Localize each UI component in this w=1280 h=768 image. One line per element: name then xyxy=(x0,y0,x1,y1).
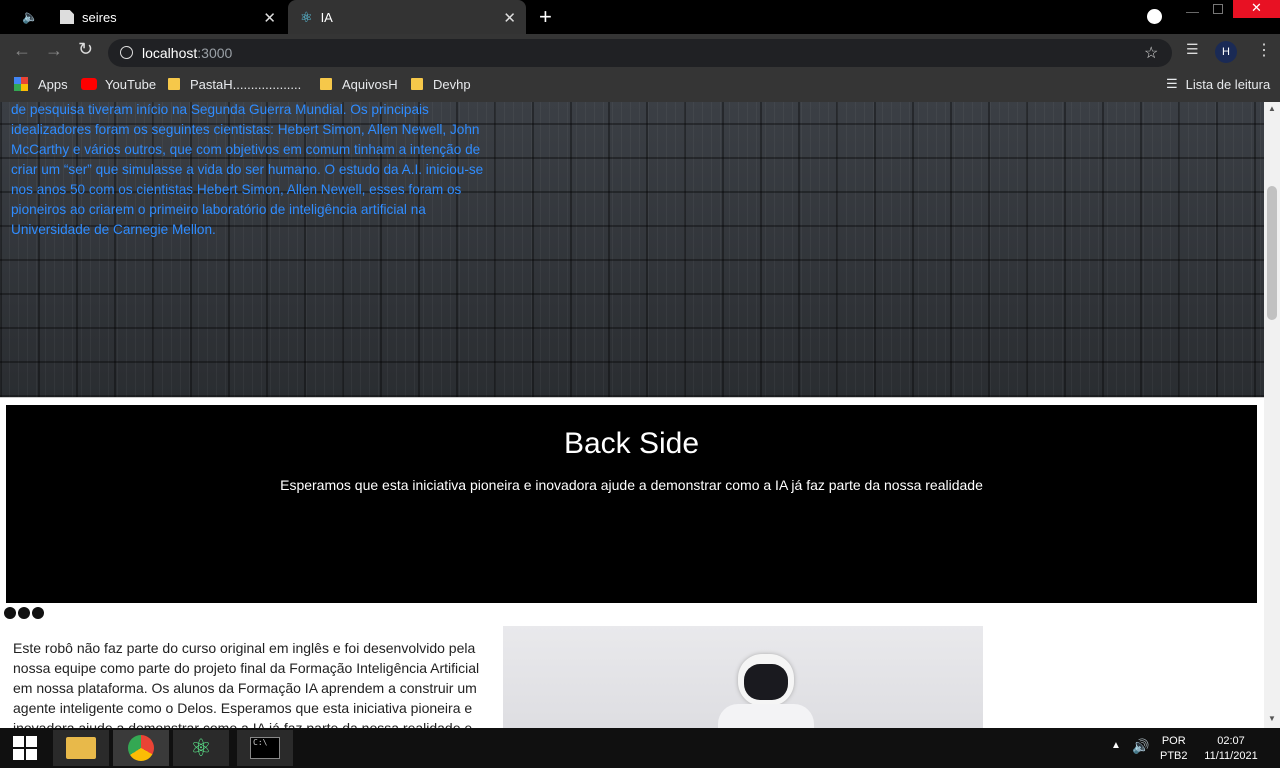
atom-icon[interactable]: ⚛ xyxy=(173,730,229,766)
page-content: de pesquisa tiveram início na Segunda Gu… xyxy=(0,102,1264,728)
volume-icon[interactable]: 🔊 xyxy=(1132,738,1149,755)
windows-taskbar: ⚛ C:\ ▲ 🔊 POR PTB2 02:07 11/11/2021 xyxy=(0,728,1280,768)
page-scrollbar[interactable]: ▲ ▼ xyxy=(1264,102,1280,728)
bookmark-label: PastaH............................. xyxy=(190,76,302,92)
new-tab-icon[interactable]: + xyxy=(539,4,552,30)
url-port: :3000 xyxy=(197,45,233,61)
tab-audio-icon[interactable]: 🔈 xyxy=(22,9,38,25)
carousel-dots xyxy=(4,607,44,619)
tab-seires[interactable]: seires ✕ xyxy=(52,0,286,34)
back-side-panel: Back Side Esperamos que esta iniciativa … xyxy=(6,405,1257,603)
reading-list[interactable]: ☰ Lista de leitura xyxy=(1166,70,1270,98)
react-icon: ⚛ xyxy=(300,8,313,25)
folder-icon xyxy=(168,78,180,90)
bookmark-youtube[interactable]: YouTube xyxy=(81,70,156,98)
lang-bottom: PTB2 xyxy=(1160,750,1188,762)
bookmark-aquivosh[interactable]: AquivosH xyxy=(320,70,398,98)
hero-paragraph: de pesquisa tiveram início na Segunda Gu… xyxy=(11,102,484,237)
clock[interactable]: 02:07 11/11/2021 xyxy=(1202,734,1260,764)
youtube-icon xyxy=(81,78,97,90)
bookmark-pastah[interactable]: PastaH............................. xyxy=(168,70,302,98)
folder-icon xyxy=(411,78,423,90)
tray-overflow-icon[interactable]: ▲ xyxy=(1111,740,1121,751)
tab-strip: 🔈 seires ✕ ⚛ IA ✕ + — ✕ xyxy=(0,0,1280,34)
close-window-icon[interactable]: ✕ xyxy=(1233,0,1280,18)
bookmark-label: AquivosH xyxy=(342,76,398,92)
back-icon[interactable]: ← xyxy=(13,40,31,61)
carousel-dot[interactable] xyxy=(32,607,44,619)
tab-ia[interactable]: ⚛ IA ✕ xyxy=(288,0,526,34)
media-icon[interactable]: ☰ xyxy=(1186,41,1199,58)
close-tab-icon[interactable]: ✕ xyxy=(503,9,516,27)
chrome-icon[interactable] xyxy=(113,730,169,766)
lang-top: POR xyxy=(1161,735,1186,747)
bookmark-label: Devhp xyxy=(433,76,471,92)
tab-label: seires xyxy=(82,9,117,25)
forward-icon[interactable]: → xyxy=(45,40,63,61)
tab-search-icon[interactable] xyxy=(1147,9,1162,24)
maximize-icon[interactable] xyxy=(1213,4,1223,14)
menu-icon[interactable]: ⋮ xyxy=(1256,40,1272,60)
scrollbar-thumb[interactable] xyxy=(1267,186,1277,320)
panel-title: Back Side xyxy=(563,427,700,460)
folder-icon xyxy=(320,78,332,90)
clock-time: 02:07 xyxy=(1217,735,1245,747)
bookmark-apps[interactable]: Apps xyxy=(14,70,68,98)
minimize-icon[interactable]: — xyxy=(1186,4,1199,19)
bookmarks-bar: Apps YouTube PastaH.....................… xyxy=(0,70,1280,102)
carousel-dot[interactable] xyxy=(18,607,30,619)
file-explorer-icon[interactable] xyxy=(53,730,109,766)
clock-date: 11/11/2021 xyxy=(1204,750,1258,762)
language-indicator[interactable]: POR PTB2 xyxy=(1160,734,1188,764)
bookmark-devhp[interactable]: Devhp xyxy=(411,70,471,98)
carousel-dot[interactable] xyxy=(4,607,16,619)
panel-subtitle: Esperamos que esta iniciativa pioneira e… xyxy=(280,477,983,493)
robot-visor xyxy=(744,664,788,700)
address-bar[interactable]: localhost:3000 ☆ xyxy=(108,39,1172,67)
windows-start-icon[interactable] xyxy=(0,730,50,766)
page-icon xyxy=(60,10,74,24)
info-icon[interactable] xyxy=(120,46,133,59)
url-host: localhost xyxy=(142,45,198,61)
section-paragraph: Este robô não faz parte do curso origina… xyxy=(13,640,480,728)
robot-body xyxy=(718,704,814,728)
avatar[interactable]: H xyxy=(1215,41,1237,63)
hero-section: de pesquisa tiveram início na Segunda Gu… xyxy=(0,102,1264,398)
bookmark-label: YouTube xyxy=(105,76,157,92)
tab-label: IA xyxy=(320,9,333,25)
reading-list-icon: ☰ xyxy=(1166,76,1178,91)
scroll-down-icon[interactable]: ▼ xyxy=(1268,714,1276,723)
close-tab-icon[interactable]: ✕ xyxy=(263,9,276,27)
apps-grid-icon xyxy=(14,77,28,91)
scroll-up-icon[interactable]: ▲ xyxy=(1268,104,1276,113)
bookmark-star-icon[interactable]: ☆ xyxy=(1144,43,1158,63)
reading-list-label: Lista de leitura xyxy=(1185,76,1271,92)
reload-icon[interactable]: ↻ xyxy=(78,39,93,60)
robot-image xyxy=(503,626,983,728)
terminal-icon[interactable]: C:\ xyxy=(237,730,293,766)
browser-toolbar: ← → ↻ localhost:3000 ☆ ☰ H ⋮ xyxy=(0,34,1280,70)
bookmark-label: Apps xyxy=(38,76,68,92)
